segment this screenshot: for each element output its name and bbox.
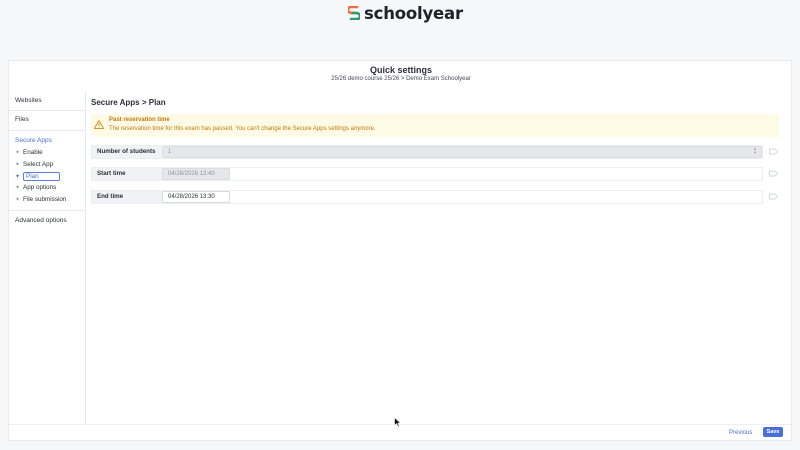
field-row-start-time: Start time 04/28/2026 13:40 — [91, 167, 778, 181]
sidebar-item-secure-apps[interactable]: Secure Apps — [15, 137, 52, 144]
sidebar-item-advanced-options[interactable]: Advanced options — [15, 217, 67, 224]
breadcrumb: 25/26 demo course 25/26 > Demo Exam Scho… — [331, 76, 471, 82]
quick-settings-card: Quick settings 25/26 demo course 25/26 >… — [8, 60, 792, 441]
step-bullet-active-icon: ✦ — [14, 174, 21, 180]
sidebar-subitem-label: File submission — [23, 196, 67, 203]
mouse-cursor-icon — [394, 417, 402, 428]
sidebar-divider — [9, 130, 85, 131]
field-label: Number of students — [92, 146, 162, 158]
brand-name: schoolyear — [364, 3, 463, 23]
previous-button[interactable]: Previous — [725, 428, 756, 438]
field-value: 1 — [168, 149, 172, 155]
start-time-input[interactable]: 04/28/2026 13:40 — [162, 168, 230, 180]
sidebar-subitem-select-app[interactable]: ✦ Select App — [14, 161, 53, 168]
field-row-end-time: End time 04/28/2026 13:30 — [91, 190, 778, 204]
field-value: 04/28/2026 13:40 — [168, 171, 215, 177]
sidebar-item-files[interactable]: Files — [15, 116, 29, 123]
step-bullet-icon: ✦ — [14, 150, 21, 156]
page-title: Quick settings — [369, 65, 432, 75]
warning-text: The reservation time for this exam has p… — [109, 125, 376, 132]
sidebar-subitem-label: App options — [23, 184, 57, 191]
sidebar-divider — [9, 210, 85, 211]
sidebar-subitem-label: Select App — [23, 161, 54, 168]
sidebar-subitem-label: Enable — [23, 149, 43, 156]
warning-icon — [94, 120, 104, 129]
field-value: 04/28/2026 13:30 — [168, 194, 215, 200]
share-arrow-icon[interactable] — [769, 193, 778, 200]
field-row-number-of-students: Number of students 1 ▲ ▼ — [91, 145, 778, 159]
sidebar-item-websites[interactable]: Websites — [15, 97, 42, 104]
sidebar-subitem-app-options[interactable]: ✦ App options — [14, 184, 56, 191]
sidebar: Websites Files Secure Apps ✦ Enable ✦ Se… — [9, 92, 86, 424]
section-title: Secure Apps > Plan — [91, 98, 166, 107]
sidebar-subitem-label: Plan — [23, 172, 60, 181]
step-bullet-icon: ✦ — [14, 162, 21, 168]
sidebar-subitem-file-submission[interactable]: ✦ File submission — [14, 196, 66, 203]
brand-logo: schoolyear — [348, 2, 463, 24]
warning-title: Past reservation time — [109, 117, 170, 123]
field-label: End time — [92, 191, 162, 203]
sidebar-subitem-enable[interactable]: ✦ Enable — [14, 149, 43, 156]
stepper-arrows-icon: ▲ ▼ — [753, 146, 757, 155]
share-arrow-icon[interactable] — [769, 148, 778, 155]
step-bullet-icon: ✦ — [14, 185, 21, 191]
end-time-input[interactable]: 04/28/2026 13:30 — [162, 191, 230, 203]
field-label: Start time — [92, 168, 162, 180]
sidebar-subitem-plan[interactable]: ✦ Plan — [14, 172, 60, 181]
share-arrow-icon[interactable] — [769, 170, 778, 177]
sidebar-divider — [9, 110, 85, 111]
number-of-students-input[interactable]: 1 ▲ ▼ — [162, 146, 762, 158]
schoolyear-logo-icon — [348, 6, 360, 20]
save-button[interactable]: Save — [763, 427, 783, 437]
step-bullet-icon: ✦ — [14, 197, 21, 203]
warning-banner: Past reservation time The reservation ti… — [91, 114, 779, 137]
